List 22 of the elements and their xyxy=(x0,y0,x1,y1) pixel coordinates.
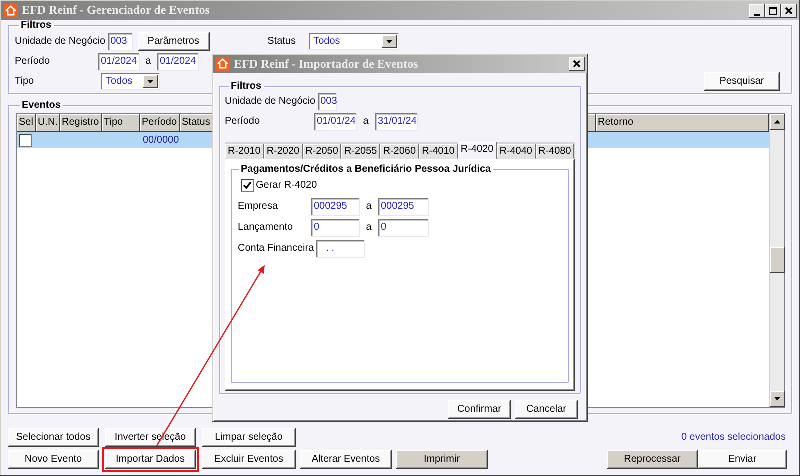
field-label: Empresa xyxy=(238,201,280,212)
field-label: Período xyxy=(225,116,262,127)
field-label: Conta Financeira xyxy=(238,243,316,254)
field-label: Status xyxy=(268,36,297,47)
window-title: EFD Reinf - Gerenciador de Eventos xyxy=(22,3,211,18)
field-label: Unidade de Negócio xyxy=(15,36,107,47)
range-separator: a xyxy=(365,201,373,212)
range-separator: a xyxy=(144,56,152,67)
group-title: Filtros xyxy=(20,20,53,31)
field-label: Tipo xyxy=(15,76,36,87)
checkbox-label: Gerar R-4020 xyxy=(256,180,318,191)
field-label: Período xyxy=(15,56,52,67)
range-separator: a xyxy=(362,116,370,127)
window-title: EFD Reinf - Importador de Eventos xyxy=(234,56,420,72)
group-title: Pagamentos/Créditos a Beneficiário Pessoa Jurídica xyxy=(240,164,492,175)
table-cell-text: 00/0000 xyxy=(142,134,180,148)
selection-count: 0 eventos selecionados xyxy=(681,432,786,443)
group-title: Eventos xyxy=(21,100,62,111)
group-title: Filtros xyxy=(230,81,263,92)
field-label: Lançamento xyxy=(238,222,294,233)
field-label: Unidade de Negócio xyxy=(225,96,317,107)
range-separator: a xyxy=(365,222,373,233)
